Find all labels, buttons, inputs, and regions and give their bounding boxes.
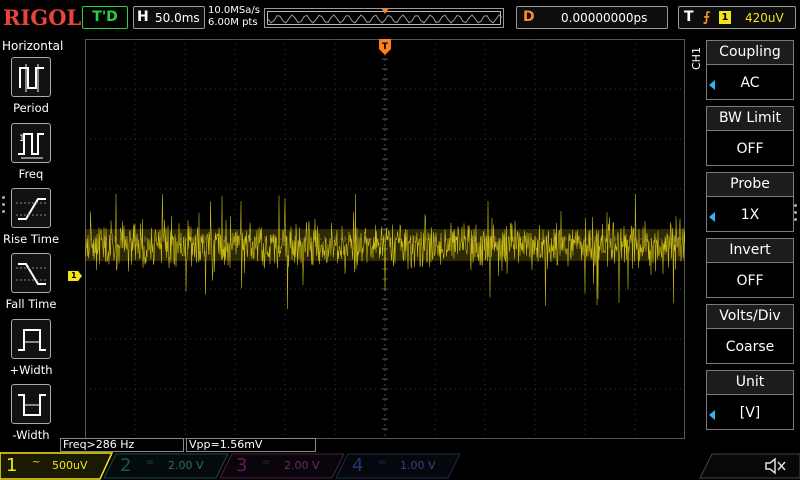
frequency-icon: 1	[11, 123, 51, 163]
unit-softkey[interactable]: Unit [V]	[706, 370, 794, 432]
frequency-measurement[interactable]: Freq>286 Hz	[60, 438, 184, 452]
trigger-letter: T	[684, 9, 694, 25]
volts-div-softkey[interactable]: Volts/Div Coarse	[706, 304, 794, 366]
delay-value: 0.00000000ps	[561, 11, 648, 25]
negative-width-label: -Width	[12, 428, 50, 442]
memory-overview-bar[interactable]	[264, 8, 504, 28]
sound-muted-icon[interactable]	[764, 457, 788, 475]
coupling-title: Coupling	[706, 40, 794, 64]
coupling-value: AC	[706, 64, 794, 100]
period-label: Period	[13, 101, 49, 115]
channel2-scale: 2.00 V	[168, 459, 204, 472]
volts-div-value: Coarse	[706, 328, 794, 364]
measure-freq-button[interactable]: 1 Freq	[0, 123, 62, 187]
channel-menu-label: CH1	[690, 47, 703, 70]
horizontal-measure-menu: Horizontal Period 1 Freq Rise Time Fall …	[0, 37, 64, 442]
bw-limit-value: OFF	[706, 130, 794, 166]
svg-text:T: T	[382, 42, 389, 52]
unit-title: Unit	[706, 370, 794, 394]
channel2-number: 2	[120, 455, 132, 476]
channel3-status[interactable]: 3 = 2.00 V	[232, 454, 344, 478]
rise-time-icon	[11, 188, 51, 228]
channel4-number: 4	[352, 455, 364, 476]
channel4-status[interactable]: 4 = 1.00 V	[348, 454, 460, 478]
fall-time-icon	[11, 253, 51, 293]
vpp-measurement[interactable]: Vpp=1.56mV	[186, 438, 316, 452]
coupling-arrow-icon	[709, 80, 715, 90]
probe-value: 1X	[706, 196, 794, 232]
invert-softkey[interactable]: Invert OFF	[706, 238, 794, 300]
svg-text:1: 1	[19, 134, 25, 144]
rising-edge-icon: ⨍	[703, 10, 711, 25]
top-status-bar: RIGOL T'D H 50.0ms 10.0MSa/s 6.00M pts D…	[0, 0, 800, 36]
bw-limit-title: BW Limit	[706, 106, 794, 130]
horizontal-timebase[interactable]: H 50.0ms	[133, 6, 205, 29]
channel1-status[interactable]: 1 ~ 500uV	[0, 454, 112, 478]
unit-value: [V]	[706, 394, 794, 430]
trigger-source-badge: 1	[719, 11, 731, 24]
channel3-scale: 2.00 V	[284, 459, 320, 472]
freq-label: Freq	[18, 167, 44, 181]
delay-letter: D	[523, 9, 535, 25]
invert-value: OFF	[706, 262, 794, 298]
unit-arrow-icon	[709, 410, 715, 420]
rise-time-label: Rise Time	[2, 232, 60, 246]
probe-softkey[interactable]: Probe 1X	[706, 172, 794, 234]
trigger-delay-box[interactable]: D 0.00000000ps	[516, 6, 668, 29]
trigger-position-marker[interactable]: T	[379, 39, 391, 55]
measure-positive-width-button[interactable]: +Width	[0, 319, 62, 383]
run-status-badge[interactable]: T'D	[82, 6, 128, 29]
probe-title: Probe	[706, 172, 794, 196]
channel1-coupling-icon: ~	[32, 457, 41, 468]
channel1-waveform	[85, 193, 685, 310]
timebase-letter: H	[137, 9, 149, 25]
trigger-info-box[interactable]: T ⨍ 1 420uV	[678, 6, 796, 29]
trigger-level-value: 420uV	[745, 11, 784, 25]
channel2-status[interactable]: 2 = 2.00 V	[116, 454, 228, 478]
measure-fall-time-button[interactable]: Fall Time	[0, 253, 62, 317]
channel1-offset-marker[interactable]: 1	[68, 271, 82, 281]
left-menu-title: Horizontal	[2, 39, 64, 53]
volts-div-title: Volts/Div	[706, 304, 794, 328]
fall-time-label: Fall Time	[5, 297, 57, 311]
bw-limit-softkey[interactable]: BW Limit OFF	[706, 106, 794, 168]
measure-rise-time-button[interactable]: Rise Time	[0, 188, 62, 252]
brand-logo: RIGOL	[3, 5, 82, 30]
memory-overview-wave	[268, 14, 502, 24]
measure-negative-width-button[interactable]: -Width	[0, 384, 62, 448]
measure-period-button[interactable]: Period	[0, 57, 62, 121]
probe-arrow-icon	[709, 212, 715, 222]
right-menu-page-indicator	[794, 204, 797, 225]
channel4-coupling-icon: =	[378, 457, 387, 468]
timebase-value: 50.0ms	[155, 11, 200, 25]
channel3-number: 3	[236, 455, 248, 476]
channel1-scale: 500uV	[52, 459, 88, 472]
waveform-display[interactable]	[85, 39, 685, 439]
positive-width-icon	[11, 319, 51, 359]
channel4-scale: 1.00 V	[400, 459, 436, 472]
invert-title: Invert	[706, 238, 794, 262]
negative-width-icon	[11, 384, 51, 424]
positive-width-label: +Width	[9, 363, 53, 377]
channel1-number: 1	[6, 455, 18, 476]
sample-rate: 10.0MSa/s	[208, 5, 260, 16]
coupling-softkey[interactable]: Coupling AC	[706, 40, 794, 102]
period-icon	[11, 57, 51, 97]
channel2-coupling-icon: =	[146, 457, 155, 468]
channel3-coupling-icon: =	[262, 457, 271, 468]
memory-trigger-marker	[381, 9, 389, 14]
memory-depth: 6.00M pts	[208, 17, 258, 28]
